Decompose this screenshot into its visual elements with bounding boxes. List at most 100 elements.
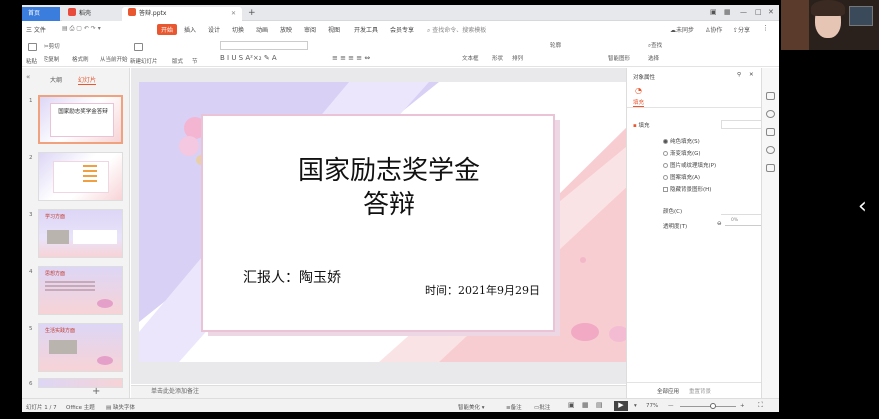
collapse-panel-icon[interactable]: « xyxy=(26,73,30,81)
option-solid[interactable]: 纯色填充(S) xyxy=(663,137,700,145)
slide-thumbnail-6[interactable] xyxy=(38,378,123,388)
menu-design[interactable]: 设计 xyxy=(208,25,220,34)
menu-animation[interactable]: 动画 xyxy=(256,25,268,34)
menu-developer[interactable]: 开发工具 xyxy=(354,25,378,34)
tab-slides[interactable]: 幻灯片 xyxy=(77,75,96,85)
tab-straw[interactable]: 稻壳 xyxy=(62,7,122,21)
slide-title[interactable]: 国家励志奖学金 答辩 xyxy=(269,154,509,222)
option-pattern[interactable]: 图案填充(A) xyxy=(663,173,700,181)
notes-area[interactable]: 单击此处添加备注 xyxy=(131,385,636,398)
font-family-field[interactable] xyxy=(220,41,308,50)
layout-icon[interactable]: ▣ xyxy=(710,8,717,16)
section-button[interactable]: 节 xyxy=(192,57,198,65)
tab-outline[interactable]: 大纲 xyxy=(50,75,62,84)
layout-button[interactable]: 版式 xyxy=(172,57,183,65)
backup-icon[interactable] xyxy=(766,164,775,172)
slide-canvas[interactable]: 国家励志奖学金 答辩 汇报人：陶玉娇 时间：2021年9月29日 xyxy=(139,82,632,362)
side-toolstrip xyxy=(761,68,779,398)
menu-slideshow[interactable]: 放映 xyxy=(280,25,292,34)
outline-button[interactable]: 轮廓 xyxy=(550,41,561,49)
more-icon[interactable]: ⋮ xyxy=(762,24,769,32)
quick-access-icons[interactable]: ▤ ⎙ ▢ ↶ ↷ ▾ xyxy=(62,25,101,33)
design-icon[interactable] xyxy=(766,110,775,118)
chevron-left-icon[interactable]: ‹ xyxy=(858,194,867,219)
properties-icon[interactable] xyxy=(766,92,775,100)
slide-thumbnail-2[interactable] xyxy=(38,152,123,201)
zoom-slider-thumb[interactable] xyxy=(710,403,716,409)
fill-tab-icon[interactable]: ◔ xyxy=(635,86,642,95)
fill-tab[interactable]: 填充 xyxy=(633,98,645,107)
fit-window-icon[interactable]: ⛶ xyxy=(758,401,763,410)
select-button[interactable]: 选择 xyxy=(648,54,659,62)
add-slide-button[interactable]: + xyxy=(92,386,100,397)
tab-document-label: 答辩.pptx xyxy=(139,10,167,17)
new-slide-button[interactable] xyxy=(134,43,145,51)
slide-thumbnail-4[interactable]: 思想方面 xyxy=(38,266,123,315)
option-gradient[interactable]: 渐变填充(G) xyxy=(663,149,701,157)
find-button[interactable]: ⌕查找 xyxy=(648,41,662,50)
option-hide-bg-label: 隐藏背景图形(H) xyxy=(670,187,712,193)
text-box-button[interactable]: 文本框 xyxy=(462,54,479,62)
minimize-icon[interactable]: — xyxy=(740,8,747,16)
menu-vip[interactable]: 会员专享 xyxy=(390,25,414,34)
tab-home[interactable]: 首页 xyxy=(22,7,60,21)
arrange-button[interactable]: 排列 xyxy=(512,54,523,62)
zoom-menu-button[interactable]: ▾ xyxy=(634,403,637,409)
close-tab-icon[interactable]: ✕ xyxy=(231,7,236,21)
zoom-slider[interactable] xyxy=(680,406,736,407)
shape-button[interactable]: 形状 xyxy=(492,54,503,62)
zoom-out-button[interactable]: — xyxy=(668,403,674,409)
menu-review[interactable]: 审阅 xyxy=(304,25,316,34)
reset-bg-button[interactable]: 重置背景 xyxy=(689,387,711,395)
apply-all-button[interactable]: 全部应用 xyxy=(657,387,679,395)
menu-insert[interactable]: 插入 xyxy=(184,25,196,34)
transparency-minus[interactable]: ⊖ xyxy=(717,221,722,227)
option-hide-bg[interactable]: 隐藏背景图形(H) xyxy=(663,185,711,193)
font-family-select[interactable] xyxy=(220,41,308,52)
option-picture[interactable]: 图片或纹理填充(P) xyxy=(663,161,716,169)
collab-button[interactable]: ♙协作 xyxy=(705,25,722,34)
font-style-buttons[interactable]: B I U S A²×₂ ✎ A xyxy=(220,54,277,62)
menu-transition[interactable]: 切换 xyxy=(232,25,244,34)
menu-view[interactable]: 视图 xyxy=(328,25,340,34)
paste-button[interactable] xyxy=(28,43,39,51)
cut-button[interactable]: ✂剪切 xyxy=(44,42,60,50)
slide-thumbnail-1[interactable]: 国家励志奖学金答辩 xyxy=(38,95,123,144)
close-panel-icon[interactable]: ✕ xyxy=(749,72,754,78)
pin-icon[interactable]: ⚲ xyxy=(737,72,741,78)
missing-font-button[interactable]: ▤ 缺失字体 xyxy=(106,403,135,411)
zoom-in-button[interactable]: + xyxy=(740,403,745,409)
play-slideshow-icon[interactable]: ▶ xyxy=(614,401,628,411)
comment-button[interactable]: ▭批注 xyxy=(534,403,550,411)
transparency-slider[interactable] xyxy=(725,225,765,226)
animation-icon[interactable] xyxy=(766,128,775,136)
menu-home[interactable]: 开始 xyxy=(157,24,178,35)
slide-time[interactable]: 时间：2021年9月29日 xyxy=(425,282,540,298)
slide-reporter[interactable]: 汇报人：陶玉娇 xyxy=(243,267,341,287)
format-painter-button[interactable]: 格式刷 xyxy=(72,55,89,63)
new-tab-button[interactable]: + xyxy=(248,8,256,18)
paragraph-buttons[interactable]: ≡ ≡ ≡ ≡ ⇔ xyxy=(332,54,370,62)
from-current-button[interactable]: 从当前开始 xyxy=(100,55,128,63)
clock-icon[interactable] xyxy=(766,146,775,154)
menu-file[interactable]: 三 文件 xyxy=(26,25,46,34)
search-box[interactable]: ⌕ 查找命令、搜索模板 xyxy=(427,25,486,35)
smart-art-button[interactable]: 智能图形 xyxy=(608,54,630,62)
view-reading-icon[interactable]: ▤ xyxy=(596,401,603,409)
tab-straw-label: 稻壳 xyxy=(79,10,92,17)
maximize-icon[interactable]: □ xyxy=(755,8,762,16)
slide-thumbnail-3[interactable]: 学习方面 xyxy=(38,209,123,258)
grid-icon[interactable]: ▦ xyxy=(724,8,731,16)
share-button[interactable]: ⇪分享 xyxy=(733,25,750,34)
view-sorter-icon[interactable]: ▦ xyxy=(582,401,589,409)
close-window-icon[interactable]: ✕ xyxy=(768,8,774,16)
lollipop xyxy=(179,136,199,156)
slide-thumbnail-5[interactable]: 生活实践方面 xyxy=(38,323,123,372)
tab-document[interactable]: 答辩.pptx ✕ xyxy=(122,7,242,21)
notes-button[interactable]: ≡备注 xyxy=(506,403,522,411)
copy-button[interactable]: ⎘复制 xyxy=(44,55,59,64)
unsynced-button[interactable]: ☁未同步 xyxy=(670,25,694,34)
view-normal-icon[interactable]: ▣ xyxy=(568,401,575,409)
fill-section-title[interactable]: ▪ 填充 xyxy=(633,121,650,129)
beautify-button[interactable]: 智能美化 ▾ xyxy=(458,403,485,411)
